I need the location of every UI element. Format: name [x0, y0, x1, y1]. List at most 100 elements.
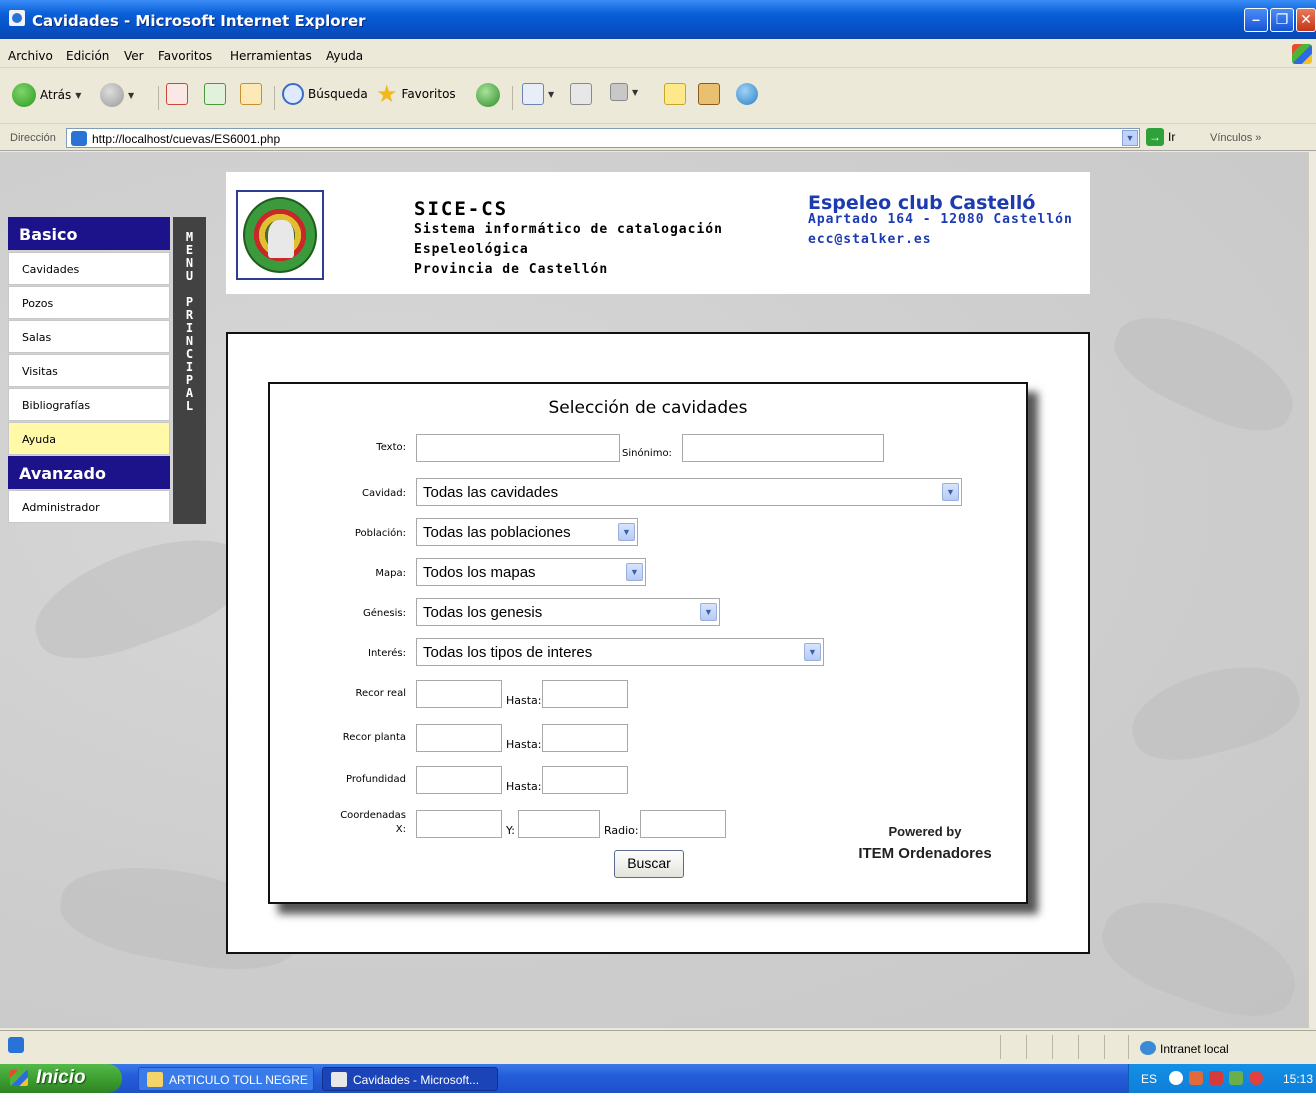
zone-label: Intranet local: [1160, 1042, 1229, 1056]
home-icon: [240, 83, 262, 105]
edit-button[interactable]: ▼: [610, 83, 638, 101]
mapa-select[interactable]: Todos los mapas ▼: [416, 558, 646, 586]
clock: 15:13: [1283, 1072, 1314, 1086]
address-input[interactable]: http://localhost/cuevas/ES6001.php ▼: [66, 128, 1140, 148]
favorites-button[interactable]: ★ Favoritos: [376, 82, 456, 106]
sidebar-header-basic: Basico: [8, 217, 170, 250]
taskbar-item-articulo[interactable]: ARTICULO TOLL NEGRE: [138, 1067, 314, 1091]
bat-decoration: [21, 517, 259, 677]
menu-ver[interactable]: Ver: [124, 49, 144, 63]
menu-archivo[interactable]: Archivo: [8, 49, 53, 63]
search-submit-button[interactable]: Buscar: [614, 850, 684, 878]
sidebar-item-pozos[interactable]: Pozos: [8, 286, 170, 319]
sidebar-item-ayuda[interactable]: Ayuda: [8, 422, 170, 455]
cavidad-value: Todas las cavidades: [423, 484, 559, 501]
windows-logo-icon: [1292, 44, 1312, 64]
club-name: Espeleo club Castelló: [808, 192, 1036, 214]
recor-real-from-input[interactable]: [416, 680, 502, 708]
mail-button[interactable]: ▼: [522, 83, 554, 105]
connection-icon[interactable]: [1229, 1071, 1243, 1085]
cavidad-select[interactable]: Todas las cavidades ▼: [416, 478, 962, 506]
books-icon: [698, 83, 720, 105]
menu-herramientas[interactable]: Herramientas: [230, 49, 312, 63]
coord-y-input[interactable]: [518, 810, 600, 838]
texto-label: Texto:: [376, 442, 406, 453]
sinonimo-input[interactable]: [682, 434, 884, 462]
chevron-down-icon[interactable]: ▼: [1122, 130, 1138, 146]
menu-favoritos[interactable]: Favoritos: [158, 49, 212, 63]
print-button[interactable]: [570, 83, 592, 105]
tray-arrow-icon[interactable]: [1169, 1071, 1183, 1085]
start-button[interactable]: Inicio: [0, 1064, 122, 1093]
sidebar-item-administrador[interactable]: Administrador: [8, 490, 170, 523]
club-email[interactable]: ecc@stalker.es: [808, 232, 932, 247]
stop-button[interactable]: [166, 83, 188, 105]
search-label: Búsqueda: [308, 87, 368, 101]
sidebar-item-bibliografias[interactable]: Bibliografías: [8, 388, 170, 421]
genesis-select[interactable]: Todas los genesis ▼: [416, 598, 720, 626]
close-button[interactable]: ✕: [1296, 8, 1316, 32]
window-title: Cavidades - Microsoft Internet Explorer: [32, 12, 366, 30]
cavidad-label: Cavidad:: [362, 488, 406, 499]
recor-planta-from-input[interactable]: [416, 724, 502, 752]
messenger-icon: [736, 83, 758, 105]
chevron-down-icon: ▼: [128, 90, 135, 100]
windows-flag-icon: [10, 1070, 28, 1086]
profundidad-from-input[interactable]: [416, 766, 502, 794]
forward-button[interactable]: ▼: [100, 83, 134, 107]
favorites-label: Favoritos: [401, 87, 456, 101]
search-icon: [282, 83, 304, 105]
back-button[interactable]: Atrás ▼: [12, 83, 81, 107]
site-subtitle-1: Sistema informático de catalogación: [414, 222, 723, 237]
interes-select[interactable]: Todas los tipos de interes ▼: [416, 638, 824, 666]
minimize-button[interactable]: –: [1244, 8, 1268, 32]
title-bar: Cavidades - Microsoft Internet Explorer …: [0, 0, 1316, 39]
sidebar-item-visitas[interactable]: Visitas: [8, 354, 170, 387]
mapa-label: Mapa:: [375, 568, 406, 579]
menu-ayuda[interactable]: Ayuda: [326, 49, 363, 63]
home-button[interactable]: [240, 83, 262, 105]
network-icon[interactable]: [1189, 1071, 1203, 1085]
recor-real-to-input[interactable]: [542, 680, 628, 708]
chevron-down-icon: ▼: [618, 523, 635, 541]
genesis-label: Génesis:: [363, 608, 406, 619]
antivirus-icon[interactable]: [1209, 1071, 1223, 1085]
texto-input[interactable]: [416, 434, 620, 462]
powered-by: Powered by ITEM Ordenadores: [835, 824, 1015, 862]
refresh-icon: [204, 83, 226, 105]
coord-x-input[interactable]: [416, 810, 502, 838]
sidebar-item-salas[interactable]: Salas: [8, 320, 170, 353]
research-button[interactable]: [698, 83, 720, 105]
go-button[interactable]: → Ir: [1146, 128, 1175, 146]
links-label[interactable]: Vínculos »: [1210, 132, 1261, 144]
chevron-down-icon: ▼: [942, 483, 959, 501]
radio-input[interactable]: [640, 810, 726, 838]
hasta-label: Hasta:: [506, 780, 542, 793]
hasta-label: Hasta:: [506, 738, 542, 751]
system-tray: ES 15:13: [1128, 1064, 1316, 1093]
chevron-down-icon: ▼: [632, 87, 639, 97]
sidebar-item-cavidades[interactable]: Cavidades: [8, 252, 170, 285]
chevron-down-icon: ▼: [548, 89, 555, 99]
coordenadas-x-label: X:: [395, 824, 406, 835]
discuss-button[interactable]: [664, 83, 686, 105]
refresh-button[interactable]: [204, 83, 226, 105]
toolbar: Atrás ▼ ▼ Búsqueda ★ Favoritos ▼ ▼: [0, 70, 1316, 124]
poblacion-select[interactable]: Todas las poblaciones ▼: [416, 518, 638, 546]
vertical-scrollbar[interactable]: [1308, 152, 1316, 1028]
history-icon: [476, 83, 500, 107]
profundidad-to-input[interactable]: [542, 766, 628, 794]
recor-planta-to-input[interactable]: [542, 724, 628, 752]
menu-edicion[interactable]: Edición: [66, 49, 109, 63]
update-icon[interactable]: [1249, 1071, 1263, 1085]
messenger-button[interactable]: [736, 83, 758, 105]
content-frame: Selección de cavidades Texto: Sinónimo: …: [226, 332, 1090, 954]
search-button[interactable]: Búsqueda: [282, 83, 368, 105]
taskbar-item-cavidades[interactable]: Cavidades - Microsoft...: [322, 1067, 498, 1091]
maximize-button[interactable]: ❐: [1270, 8, 1294, 32]
back-arrow-icon: [12, 83, 36, 107]
language-indicator[interactable]: ES: [1141, 1072, 1157, 1086]
bat-decoration: [1090, 880, 1308, 1028]
status-bar: Intranet local: [0, 1030, 1316, 1064]
history-button[interactable]: [476, 83, 500, 107]
